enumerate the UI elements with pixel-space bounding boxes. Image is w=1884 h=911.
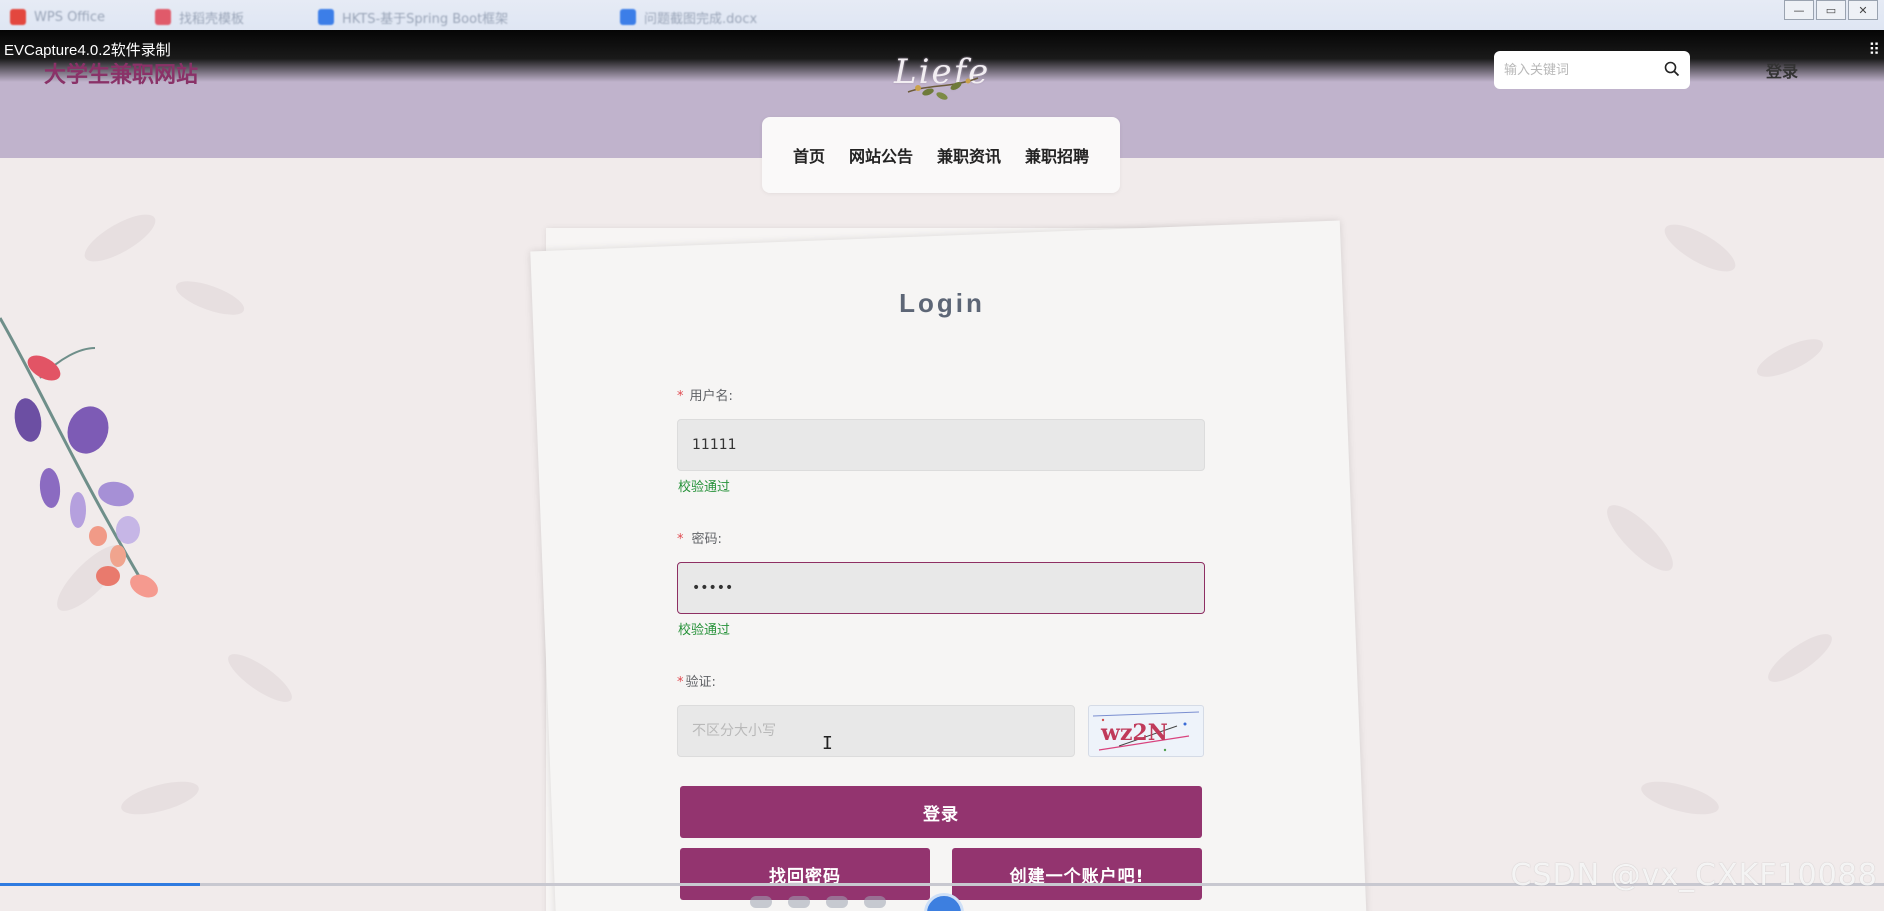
captcha-input[interactable]	[677, 705, 1075, 757]
required-mark: *	[677, 389, 684, 404]
required-mark: *	[677, 532, 684, 547]
captcha-label: * 验证:	[677, 675, 716, 690]
prev-icon[interactable]	[750, 895, 772, 908]
captcha-image[interactable]: wz2N	[1088, 705, 1204, 757]
username-status: 校验通过	[678, 480, 731, 495]
stop-icon[interactable]	[826, 895, 848, 908]
captcha-noise-icon: wz2N	[1092, 711, 1200, 752]
required-mark: *	[677, 675, 684, 690]
password-label: * 密码:	[677, 532, 722, 547]
captcha-text: wz2N	[1100, 720, 1168, 746]
text-cursor-icon: I	[822, 733, 833, 754]
rewind-icon[interactable]	[788, 895, 810, 908]
forward-icon[interactable]	[864, 895, 886, 908]
username-label: * 用户名:	[677, 389, 733, 404]
password-input[interactable]	[677, 562, 1205, 614]
password-status: 校验通过	[678, 623, 731, 638]
login-button[interactable]: 登录	[680, 786, 1202, 838]
username-input[interactable]	[677, 419, 1205, 471]
login-form: Login *用户名: 校验通过 *密码: 校验通过 *验证: wz2N I 登…	[0, 0, 1884, 911]
watermark: CSDN @vx_CXKF10088	[1510, 858, 1878, 893]
video-progress-fill	[0, 883, 200, 886]
login-heading: Login	[899, 288, 985, 318]
